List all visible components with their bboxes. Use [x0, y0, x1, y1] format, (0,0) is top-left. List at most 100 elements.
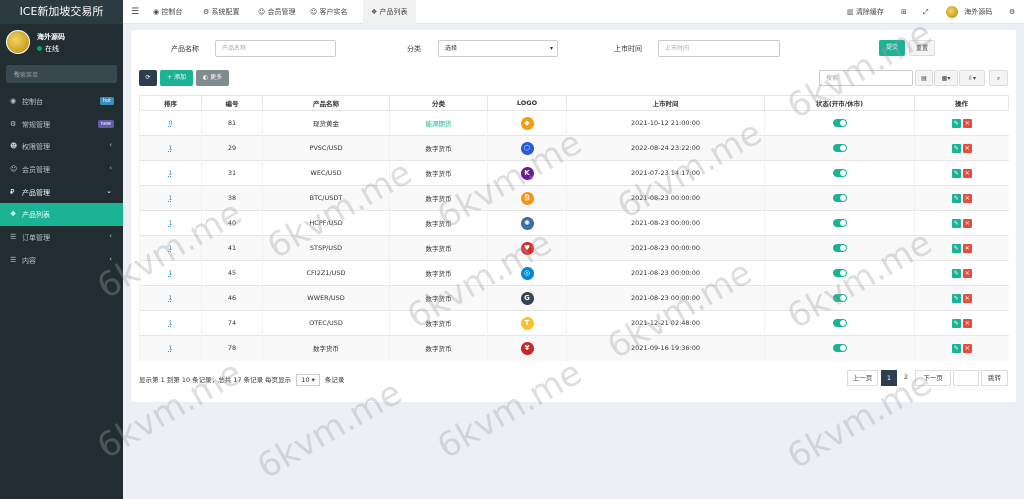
- page-2-button[interactable]: 2: [899, 370, 913, 386]
- edit-icon[interactable]: ✎: [951, 168, 961, 178]
- settings-icon[interactable]: ⚙: [1009, 0, 1015, 24]
- column-header[interactable]: 排序: [139, 95, 202, 111]
- search-toggle-icon[interactable]: ⌕: [989, 70, 1008, 86]
- tab-0[interactable]: ◉ 控制台: [153, 0, 182, 24]
- sidebar-item-label: 订单管理: [22, 234, 50, 243]
- toggle-view-icon[interactable]: ▤: [915, 70, 933, 86]
- listing-date-input[interactable]: 上市时间: [658, 40, 780, 57]
- edit-icon[interactable]: ✎: [951, 218, 961, 228]
- delete-icon[interactable]: ✕: [962, 218, 972, 228]
- sort-value-link[interactable]: 1: [168, 319, 172, 327]
- column-header[interactable]: 产品名称: [262, 95, 390, 111]
- delete-icon[interactable]: ✕: [962, 343, 972, 353]
- prev-page-button[interactable]: 上一页: [847, 370, 878, 386]
- column-header[interactable]: 分类: [389, 95, 488, 111]
- status-toggle[interactable]: [832, 269, 847, 277]
- sort-value-link[interactable]: 1: [168, 219, 172, 227]
- sidebar-item-6[interactable]: ☰ 订单管理 ‹: [0, 226, 123, 249]
- category-select[interactable]: 选择 ▾: [438, 40, 558, 57]
- date-cell: 2021-10-12 21:00:00: [566, 110, 765, 136]
- sidebar-item-2[interactable]: ☻ 权限管理 ‹: [0, 135, 123, 158]
- sidebar-item-7[interactable]: ☰ 内容 ‹: [0, 249, 123, 272]
- tab-2[interactable]: ☺ 会员管理: [258, 0, 296, 24]
- edit-icon[interactable]: ✎: [951, 243, 961, 253]
- logo-cell: ¥: [487, 335, 567, 361]
- app-title[interactable]: ICE新加坡交易所: [0, 0, 123, 24]
- sidebar-item-1[interactable]: ⚙ 常规管理 new: [0, 113, 123, 136]
- id-cell: 29: [201, 135, 263, 161]
- delete-icon[interactable]: ✕: [962, 118, 972, 128]
- delete-icon[interactable]: ✕: [962, 293, 972, 303]
- edit-icon[interactable]: ✎: [951, 343, 961, 353]
- status-toggle[interactable]: [832, 169, 847, 177]
- more-button[interactable]: ◐ 更多: [196, 70, 229, 86]
- delete-icon[interactable]: ✕: [962, 143, 972, 153]
- sidebar-item-4[interactable]: ₽ 产品管理 ⌄: [0, 181, 123, 204]
- category-value[interactable]: 能源期货: [426, 120, 452, 128]
- menu-toggle-icon[interactable]: ☰: [131, 0, 139, 24]
- delete-icon[interactable]: ✕: [962, 268, 972, 278]
- column-header[interactable]: 上市时间: [566, 95, 765, 111]
- edit-icon[interactable]: ✎: [951, 268, 961, 278]
- edit-icon[interactable]: ✎: [951, 293, 961, 303]
- top-navbar: ☰ ◉ 控制台 ⚙ 系统配置 ☺ 会员管理 ☺ 客户实名 ❖ 产品列表 ▥ 清除缓存 ⊞…: [123, 0, 1024, 24]
- edit-icon[interactable]: ✎: [951, 318, 961, 328]
- delete-icon[interactable]: ✕: [962, 193, 972, 203]
- sidebar-item-3[interactable]: ☺ 会员管理 ‹: [0, 158, 123, 181]
- status-toggle[interactable]: [832, 194, 847, 202]
- delete-icon[interactable]: ✕: [962, 318, 972, 328]
- sidebar-item-label: 常规管理: [22, 120, 50, 129]
- translate-icon[interactable]: ⊞: [901, 0, 907, 24]
- status-toggle[interactable]: [832, 144, 847, 152]
- status-toggle[interactable]: [832, 344, 847, 353]
- tab-3[interactable]: ☺ 客户实名: [310, 0, 348, 24]
- sidebar-item-0[interactable]: ◉ 控制台 hot: [0, 90, 123, 113]
- tab-1[interactable]: ⚙ 系统配置: [203, 0, 240, 24]
- sidebar-item-5[interactable]: ❖ 产品列表: [0, 203, 123, 227]
- status-toggle[interactable]: [832, 119, 847, 127]
- column-header[interactable]: LOGO: [487, 95, 567, 111]
- name-cell: STSP/USD: [262, 235, 390, 261]
- edit-icon[interactable]: ✎: [951, 118, 961, 128]
- add-button[interactable]: + 添加: [160, 70, 193, 86]
- table-search-input[interactable]: 搜索: [819, 70, 913, 86]
- id-cell: 74: [201, 310, 263, 336]
- page-1-button[interactable]: 1: [881, 370, 897, 386]
- column-header[interactable]: 操作: [914, 95, 1009, 111]
- sort-value-link[interactable]: 1: [168, 294, 172, 302]
- goto-button[interactable]: 跳转: [981, 370, 1008, 386]
- logo-cell: K: [487, 160, 567, 186]
- fullscreen-icon[interactable]: ⤢: [923, 0, 929, 24]
- sort-value-link[interactable]: 0: [168, 119, 172, 127]
- search-icon[interactable]: ⌕: [14, 69, 110, 78]
- sort-value-link[interactable]: 1: [168, 194, 172, 202]
- refresh-button[interactable]: ⟳: [139, 70, 157, 86]
- sort-value-link[interactable]: 1: [168, 144, 172, 152]
- top-user-menu[interactable]: 海外源码: [946, 0, 992, 24]
- export-icon[interactable]: ⇩▾: [959, 70, 985, 86]
- edit-icon[interactable]: ✎: [951, 143, 961, 153]
- next-page-button[interactable]: 下一页: [915, 370, 951, 386]
- columns-icon[interactable]: ▦▾: [934, 70, 958, 86]
- product-name-input[interactable]: 产品名称: [215, 40, 336, 57]
- status-toggle[interactable]: [832, 244, 847, 252]
- sort-value-link[interactable]: 1: [168, 169, 172, 177]
- clear-cache-button[interactable]: ▥ 清除缓存: [847, 0, 884, 24]
- goto-page-input[interactable]: [953, 370, 979, 386]
- delete-icon[interactable]: ✕: [962, 243, 972, 253]
- status-toggle[interactable]: [832, 319, 847, 327]
- tab-4[interactable]: ❖ 产品列表: [363, 0, 416, 24]
- page-size-select[interactable]: 10 ▾: [296, 374, 320, 386]
- status-toggle[interactable]: [832, 294, 847, 302]
- column-header[interactable]: 编号: [201, 95, 263, 111]
- sort-value-link[interactable]: 1: [168, 344, 172, 352]
- edit-icon[interactable]: ✎: [951, 193, 961, 203]
- sort-value-link[interactable]: 1: [168, 244, 172, 252]
- sort-value-link[interactable]: 1: [168, 269, 172, 277]
- delete-icon[interactable]: ✕: [962, 168, 972, 178]
- column-header[interactable]: 状态(开市/休市): [764, 95, 915, 111]
- status-toggle[interactable]: [832, 219, 847, 227]
- reset-button[interactable]: 重置: [909, 40, 935, 56]
- submit-button[interactable]: 提交: [879, 40, 905, 56]
- sidebar-search-input[interactable]: 搜索菜单 ⌕: [6, 65, 117, 83]
